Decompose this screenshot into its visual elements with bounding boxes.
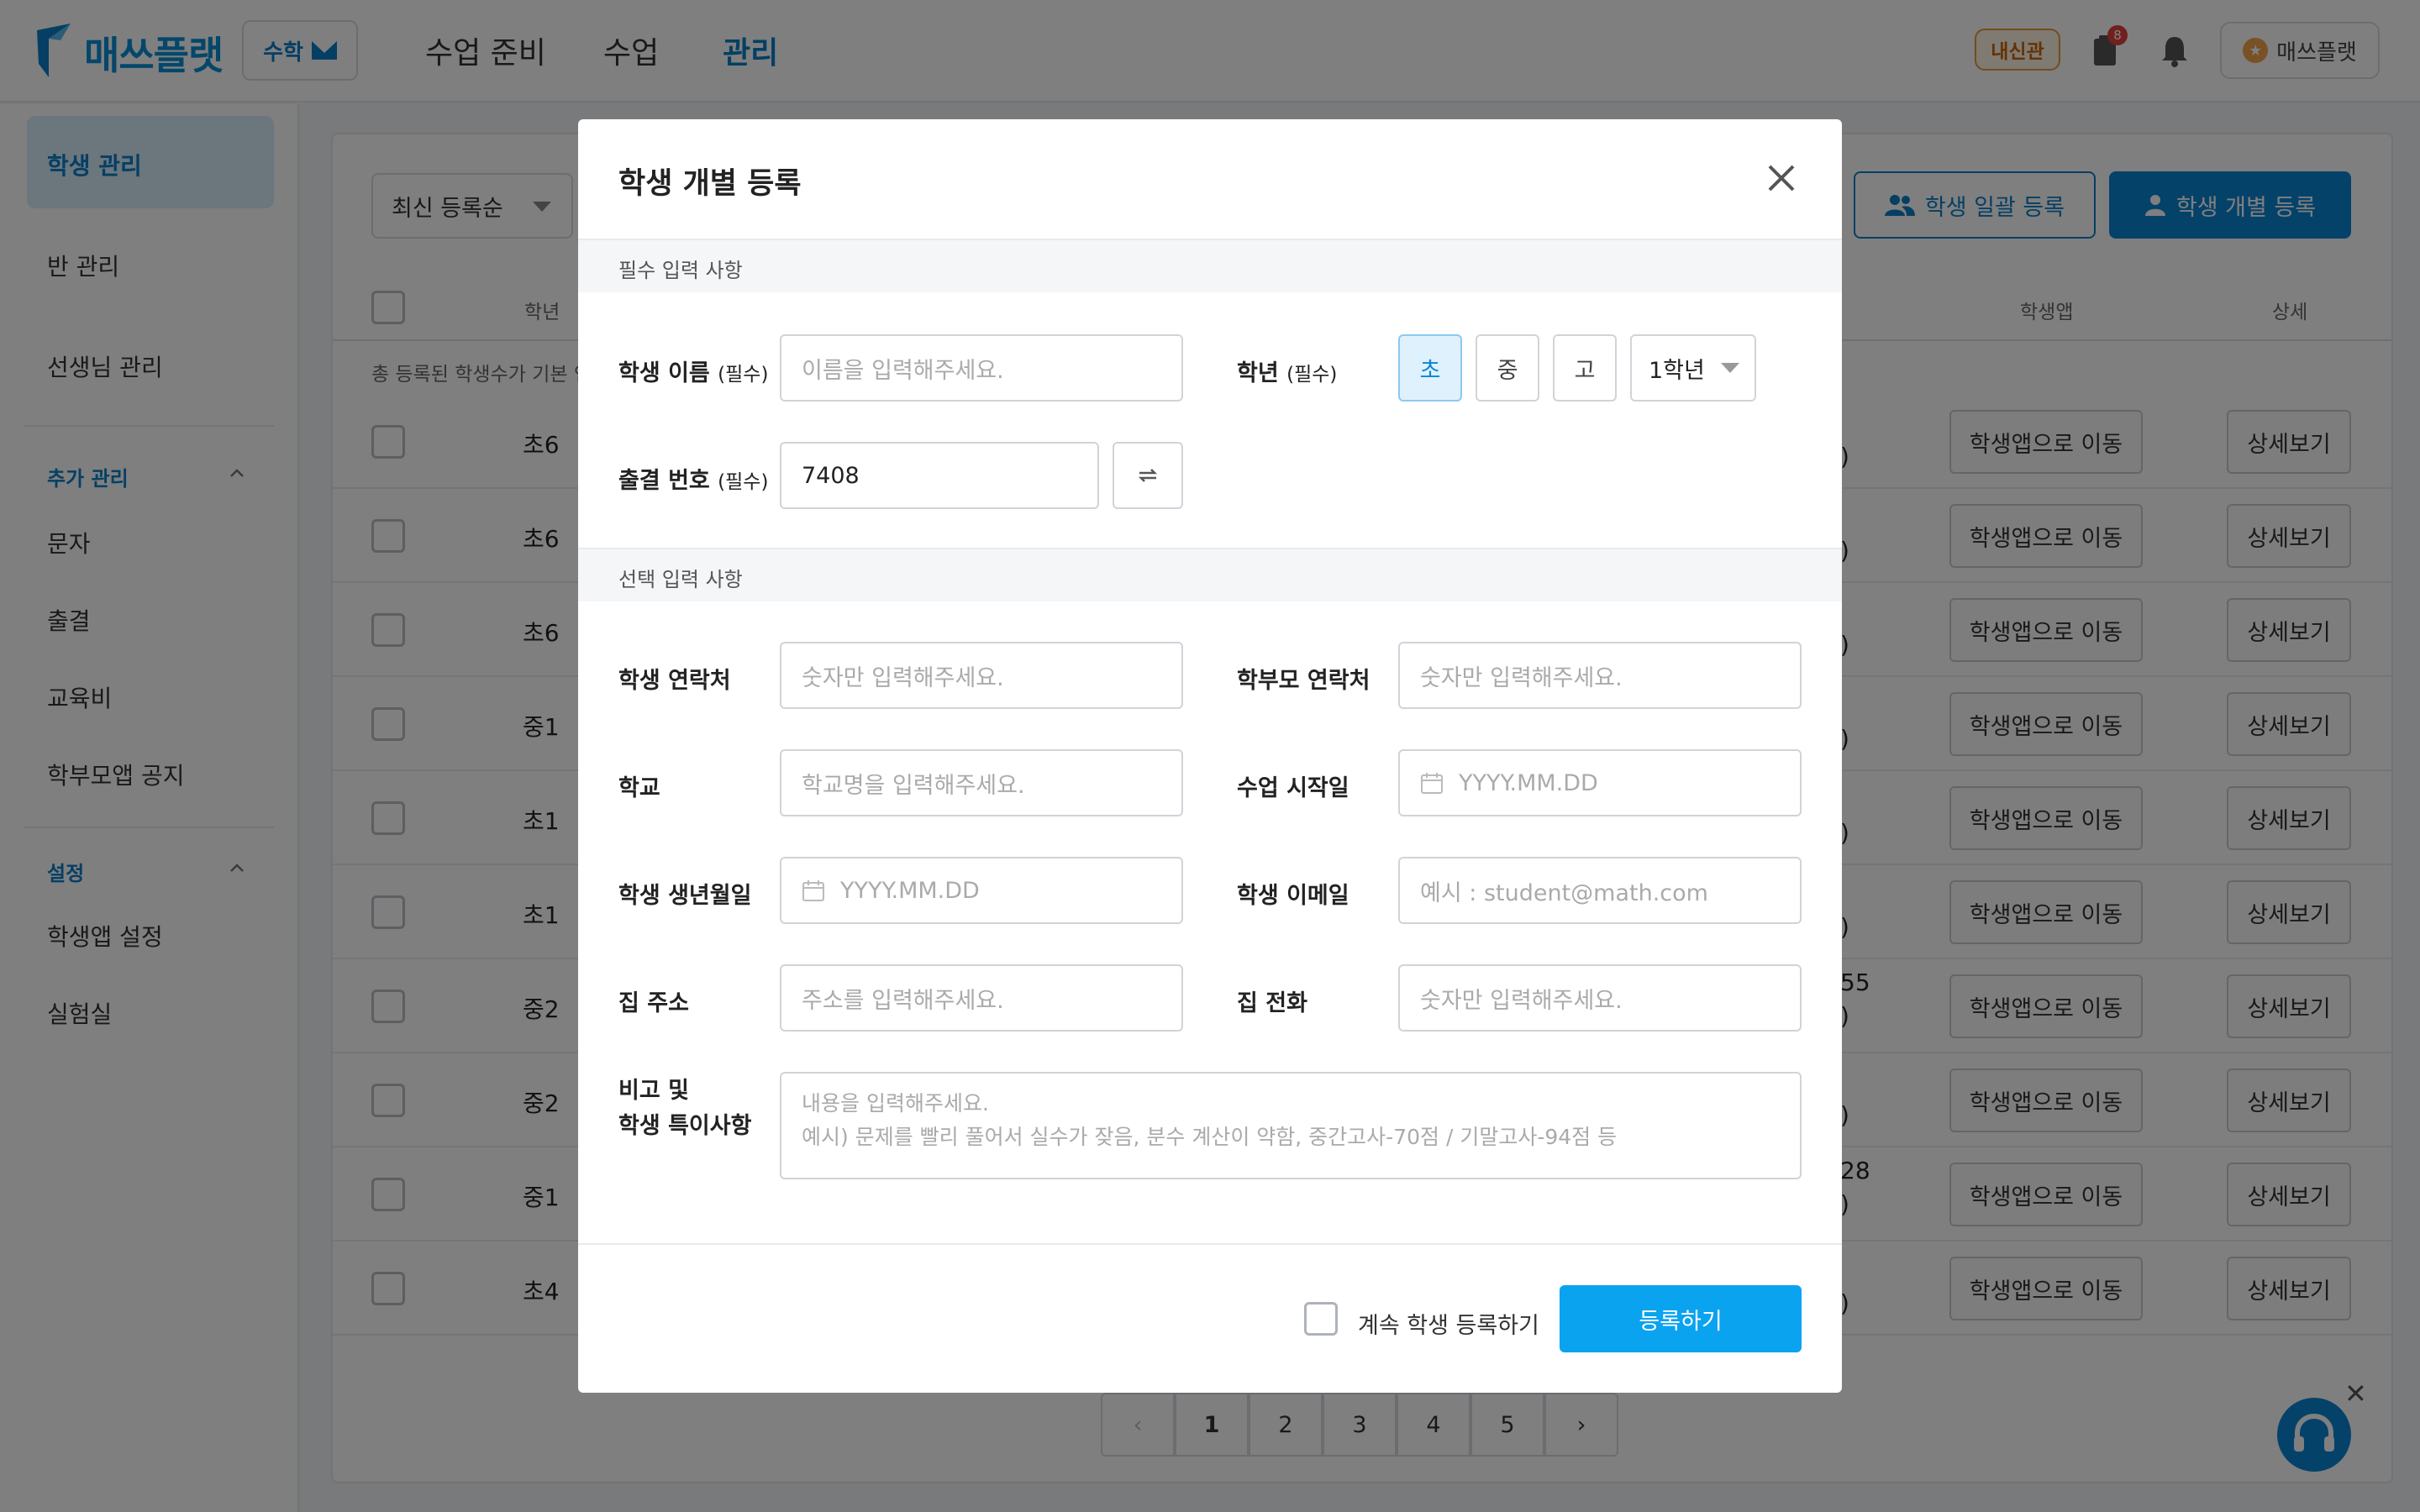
start-date-placeholder: YYYY.MM.DD: [1459, 769, 1598, 796]
grade-year-select[interactable]: 1학년: [1630, 334, 1756, 402]
parent-phone-label: 학부모 연락처: [1237, 668, 1370, 694]
start-date-label: 수업 시작일: [1237, 775, 1349, 801]
birth-label: 학생 생년월일: [618, 883, 752, 909]
memo-label-line1: 비고 및: [618, 1078, 689, 1104]
home-phone-input[interactable]: 숫자만 입력해주세요.: [1398, 964, 1802, 1032]
name-label-text: 학생 이름: [618, 360, 710, 386]
email-input[interactable]: 예시 : student@math.com: [1398, 857, 1802, 924]
required-section-title: 필수 입력 사항: [618, 259, 743, 282]
attendance-number-input[interactable]: 7408: [780, 442, 1099, 509]
modal-footer-divider: [578, 1243, 1842, 1245]
memo-label-line2: 학생 특이사항: [618, 1113, 752, 1139]
school-input[interactable]: 학교명을 입력해주세요.: [780, 749, 1183, 816]
regenerate-number-button[interactable]: [1113, 442, 1183, 509]
optional-section-title: 선택 입력 사항: [618, 568, 743, 591]
refresh-swap-icon: [1138, 469, 1158, 482]
name-input[interactable]: 이름을 입력해주세요.: [780, 334, 1183, 402]
student-register-modal: 학생 개별 등록 필수 입력 사항 학생 이름 (필수) 이름을 입력해주세요.…: [578, 119, 1842, 1393]
close-icon[interactable]: [1765, 161, 1798, 195]
calendar-icon: [1421, 773, 1443, 794]
grade-year-value: 1학년: [1649, 357, 1705, 384]
student-phone-label: 학생 연락처: [618, 668, 731, 694]
attendance-label-text: 출결 번호: [618, 468, 710, 494]
modal-title: 학생 개별 등록: [618, 167, 802, 201]
name-label: 학생 이름 (필수): [618, 354, 768, 387]
required-tag: (필수): [1286, 364, 1338, 386]
caret-down-icon: [1721, 363, 1739, 373]
grade-elementary-button[interactable]: 초: [1398, 334, 1462, 402]
required-section-header: [578, 239, 1842, 292]
home-phone-label: 집 전화: [1237, 990, 1307, 1016]
email-label: 학생 이메일: [1237, 883, 1349, 909]
school-label: 학교: [618, 775, 660, 801]
calendar-icon: [802, 880, 824, 901]
memo-placeholder-line2: 예시) 문제를 빨리 풀어서 실수가 잦음, 분수 계산이 약함, 중간고사-7…: [802, 1125, 1618, 1149]
required-tag: (필수): [718, 471, 769, 493]
start-date-input[interactable]: YYYY.MM.DD: [1398, 749, 1802, 816]
grade-high-button[interactable]: 고: [1553, 334, 1617, 402]
submit-button[interactable]: 등록하기: [1560, 1285, 1802, 1352]
parent-phone-input[interactable]: 숫자만 입력해주세요.: [1398, 642, 1802, 709]
continue-register-checkbox[interactable]: [1304, 1302, 1338, 1336]
attendance-label: 출결 번호 (필수): [618, 462, 768, 495]
continue-register-label[interactable]: 계속 학생 등록하기: [1358, 1307, 1539, 1340]
grade-label: 학년 (필수): [1237, 354, 1337, 387]
grade-middle-button[interactable]: 중: [1476, 334, 1539, 402]
memo-textarea[interactable]: 내용을 입력해주세요. 예시) 문제를 빨리 풀어서 실수가 잦음, 분수 계산…: [780, 1072, 1802, 1179]
student-phone-input[interactable]: 숫자만 입력해주세요.: [780, 642, 1183, 709]
address-label: 집 주소: [618, 990, 689, 1016]
birth-date-placeholder: YYYY.MM.DD: [840, 877, 980, 904]
grade-label-text: 학년: [1237, 360, 1279, 386]
birth-date-input[interactable]: YYYY.MM.DD: [780, 857, 1183, 924]
memo-placeholder-line1: 내용을 입력해주세요.: [802, 1091, 989, 1116]
optional-section-header: [578, 548, 1842, 601]
address-input[interactable]: 주소를 입력해주세요.: [780, 964, 1183, 1032]
required-tag: (필수): [718, 364, 769, 386]
